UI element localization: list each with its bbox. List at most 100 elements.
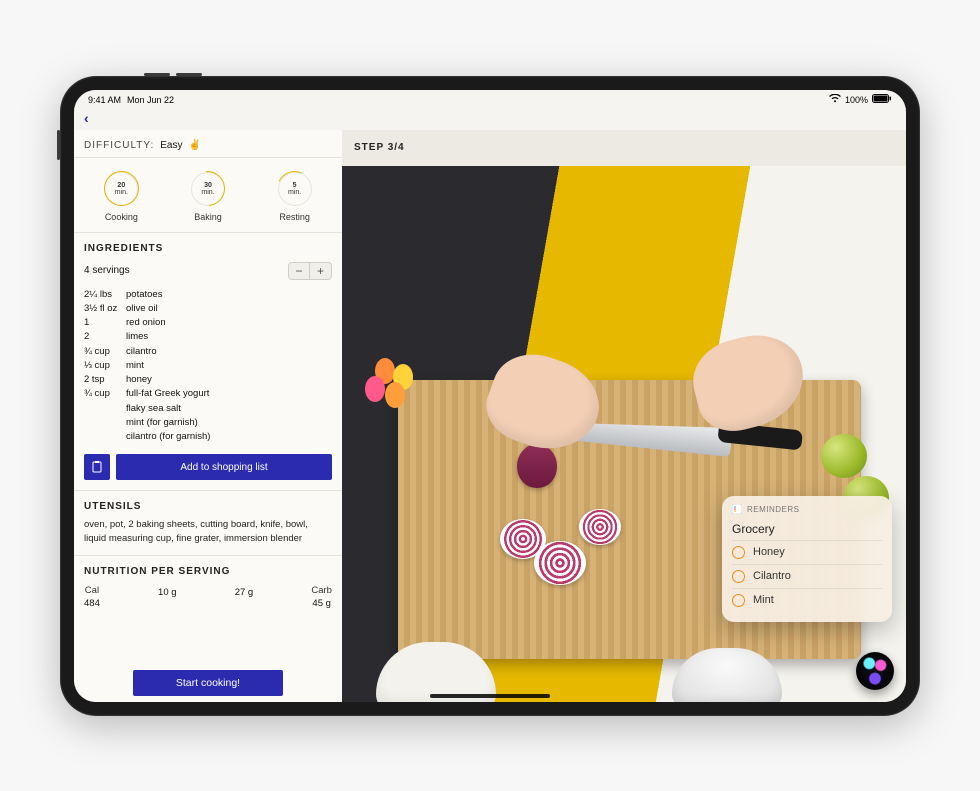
ingredient-name: honey: [126, 373, 152, 387]
ingredient-row: ⅓ cupmint: [84, 359, 332, 373]
ipad-frame: 9:41 AM Mon Jun 22 100% ‹ DIFFICULTY:: [60, 76, 920, 716]
ingredient-name: cilantro: [126, 345, 157, 359]
ingredient-row: mint (for garnish): [84, 416, 332, 430]
onion-slice: [534, 541, 586, 585]
reminder-text: Honey: [753, 546, 785, 558]
nutrition-section: NUTRITION PER SERVING Cal 484 10 g 27 g C…: [74, 555, 342, 643]
power-button[interactable]: [57, 130, 60, 160]
ingredient-name: cilantro (for garnish): [126, 430, 210, 444]
timer-baking: 30min. Baking: [191, 172, 225, 222]
ingredient-row: ¾ cupfull-fat Greek yogurt: [84, 387, 332, 401]
servings-value: 4 servings: [84, 265, 130, 276]
utensils-text: oven, pot, 2 baking sheets, cutting boar…: [84, 518, 332, 545]
ingredient-qty: 2 tsp: [84, 373, 126, 387]
timer-label: Baking: [194, 212, 222, 222]
ingredient-row: 1red onion: [84, 316, 332, 330]
reminder-text: Cilantro: [753, 570, 791, 582]
status-bar: 9:41 AM Mon Jun 22 100%: [74, 90, 906, 110]
reminder-text: Mint: [753, 594, 774, 606]
recipe-panel: DIFFICULTY: Easy ✌️ 20min. Cooking 30min…: [74, 130, 342, 702]
ingredient-name: mint: [126, 359, 144, 373]
peace-emoji-icon: ✌️: [189, 140, 201, 151]
ingredient-name: flaky sea salt: [126, 402, 181, 416]
ingredients-section: INGREDIENTS 4 servings − + 2¼ lbspotatoe…: [74, 233, 342, 491]
reminders-list-name: Grocery: [732, 522, 882, 536]
ingredient-row: 2 tsphoney: [84, 373, 332, 387]
timers-row: 20min. Cooking 30min. Baking 5min.: [74, 158, 342, 233]
timer-ring: 20min.: [104, 172, 138, 206]
timer-label: Cooking: [105, 212, 138, 222]
ingredient-name: red onion: [126, 316, 166, 330]
step-photo: REMINDERS Grocery Honey Cilantro Mint: [342, 166, 906, 702]
nutrition-value: 45 g: [311, 598, 332, 609]
ingredient-name: mint (for garnish): [126, 416, 198, 430]
ingredient-row: ¾ cupcilantro: [84, 345, 332, 359]
reminders-app-icon: [732, 504, 742, 516]
step-header: STEP 3/4: [342, 130, 906, 166]
nutrition-header: Cal: [84, 585, 100, 596]
reminder-checkbox[interactable]: [732, 570, 745, 583]
add-to-shopping-list-button[interactable]: Add to shopping list: [116, 454, 332, 480]
ingredient-qty: ¾ cup: [84, 387, 126, 401]
timer-ring: 5min.: [278, 172, 312, 206]
battery-percent: 100%: [845, 95, 868, 105]
ingredient-qty: 1: [84, 316, 126, 330]
ingredients-heading: INGREDIENTS: [84, 243, 332, 254]
ingredient-qty: ¾ cup: [84, 345, 126, 359]
ingredient-qty: ⅓ cup: [84, 359, 126, 373]
ingredient-qty: [84, 416, 126, 430]
ingredient-qty: 2¼ lbs: [84, 288, 126, 302]
wifi-icon: [829, 94, 841, 105]
ingredient-row: 3½ fl ozolive oil: [84, 302, 332, 316]
nutrition-header: Carb: [311, 585, 332, 596]
ingredient-row: flaky sea salt: [84, 402, 332, 416]
screen: 9:41 AM Mon Jun 22 100% ‹ DIFFICULTY:: [74, 90, 906, 702]
nutrition-heading: NUTRITION PER SERVING: [84, 566, 332, 577]
difficulty-row: DIFFICULTY: Easy ✌️: [74, 130, 342, 158]
utensils-section: UTENSILS oven, pot, 2 baking sheets, cut…: [74, 490, 342, 555]
timer-ring: 30min.: [191, 172, 225, 206]
servings-decrease[interactable]: −: [288, 262, 310, 280]
ingredient-row: 2¼ lbspotatoes: [84, 288, 332, 302]
volume-up-button[interactable]: [144, 73, 170, 76]
reminder-checkbox[interactable]: [732, 546, 745, 559]
ingredient-name: potatoes: [126, 288, 162, 302]
siri-orb[interactable]: [856, 652, 894, 690]
battery-icon: [872, 94, 892, 105]
nutrition-value: 484: [84, 598, 100, 609]
volume-down-button[interactable]: [176, 73, 202, 76]
timer-cooking: 20min. Cooking: [104, 172, 138, 222]
nutrition-value: 27 g: [235, 587, 254, 598]
ingredient-qty: [84, 402, 126, 416]
ingredient-row: cilantro (for garnish): [84, 430, 332, 444]
lime: [821, 434, 867, 478]
ingredient-row: 2limes: [84, 330, 332, 344]
timer-resting: 5min. Resting: [278, 172, 312, 222]
ingredient-qty: 3½ fl oz: [84, 302, 126, 316]
reminder-checkbox[interactable]: [732, 594, 745, 607]
difficulty-label: DIFFICULTY:: [84, 140, 154, 151]
timer-label: Resting: [279, 212, 310, 222]
home-indicator[interactable]: [430, 694, 550, 698]
status-time: 9:41 AM: [88, 95, 121, 105]
ingredient-name: limes: [126, 330, 148, 344]
shopping-list-icon[interactable]: [84, 454, 110, 480]
reminder-item[interactable]: Cilantro: [732, 564, 882, 588]
ingredients-list: 2¼ lbspotatoes3½ fl ozolive oil1red onio…: [84, 288, 332, 445]
utensils-heading: UTENSILS: [84, 501, 332, 512]
reminders-widget[interactable]: REMINDERS Grocery Honey Cilantro Mint: [722, 496, 892, 622]
ingredient-name: full-fat Greek yogurt: [126, 387, 209, 401]
nav-bar: ‹: [74, 110, 906, 130]
status-date: Mon Jun 22: [127, 95, 174, 105]
ingredient-qty: [84, 430, 126, 444]
reminder-item[interactable]: Mint: [732, 588, 882, 612]
start-cooking-button[interactable]: Start cooking!: [133, 670, 283, 696]
ingredient-name: olive oil: [126, 302, 158, 316]
reminder-item[interactable]: Honey: [732, 540, 882, 564]
difficulty-value: Easy: [160, 140, 182, 151]
nutrition-value: 10 g: [158, 587, 177, 598]
servings-stepper[interactable]: − +: [288, 262, 332, 280]
flower: [365, 358, 425, 448]
servings-increase[interactable]: +: [310, 262, 332, 280]
back-button[interactable]: ‹: [84, 110, 89, 126]
